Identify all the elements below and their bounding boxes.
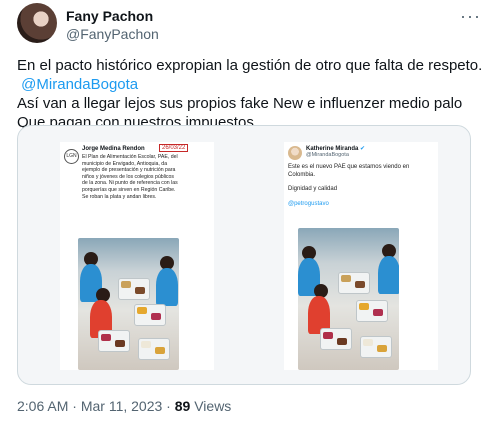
right-card-text: Este es el nuevo PAE que estamos viendo … bbox=[288, 164, 436, 208]
author-name[interactable]: Fany Pachon bbox=[66, 8, 153, 24]
lgn-logo: LGN bbox=[64, 149, 79, 164]
left-card-line: El Plan de Alimentación Escolar, PAE, de… bbox=[82, 154, 178, 160]
author-handle[interactable]: @FanyPachon bbox=[66, 26, 159, 42]
views-label: Views bbox=[194, 398, 232, 414]
school-lunch-photo bbox=[298, 228, 399, 370]
tweet-media[interactable]: LGN Jorge Medina Rendon 26/03/22 El Plan… bbox=[17, 125, 471, 385]
more-options-icon[interactable]: ··· bbox=[460, 6, 481, 27]
screenshot-left: LGN Jorge Medina Rendon 26/03/22 El Plan… bbox=[60, 142, 214, 370]
mention-link[interactable]: @MirandaBogota bbox=[21, 76, 138, 93]
author-avatar[interactable] bbox=[17, 3, 57, 43]
verified-badge-icon: ✔ bbox=[360, 146, 366, 152]
school-lunch-photo bbox=[78, 238, 179, 370]
tweet-time[interactable]: 2:06 AM bbox=[17, 398, 68, 414]
left-card-line: de la zona. Ni punto de referencia con l… bbox=[82, 180, 178, 187]
screenshot-right: Katherine Miranda ✔ @MirandaBogota Este … bbox=[284, 142, 438, 370]
left-card-line: municipio de Envigado, Antioquia, da bbox=[82, 160, 168, 167]
right-card-handle: @MirandaBogota bbox=[306, 152, 349, 158]
left-card-line: Se roban la plata y andan libres. bbox=[82, 193, 157, 200]
katherine-avatar bbox=[288, 146, 302, 160]
tweet-meta: 2:06 AM · Mar 11, 2023 · 89 Views bbox=[17, 398, 232, 414]
left-card-date: 26/03/22 bbox=[159, 144, 189, 152]
right-card-line: Colombia. bbox=[288, 171, 316, 178]
left-card-line: niños y jóvenes de los colegios públicos bbox=[82, 173, 174, 180]
views-count: 89 bbox=[174, 398, 191, 414]
right-card-tag: @petrogustavo bbox=[288, 200, 329, 207]
tweet-text: En el pacto histórico expropian la gesti… bbox=[17, 56, 487, 132]
left-card-text: El Plan de Alimentación Escolar, PAE, de… bbox=[82, 154, 212, 200]
left-card-author: Jorge Medina Rendon bbox=[82, 146, 145, 152]
tweet-date[interactable]: Mar 11, 2023 bbox=[81, 398, 162, 414]
tweet-text-line: En el pacto histórico expropian la gesti… bbox=[17, 57, 483, 74]
right-card-line: Dignidad y calidad bbox=[288, 186, 338, 192]
right-card-author: Katherine Miranda ✔ bbox=[306, 146, 366, 152]
left-card-line: porquerías que sirven en Región Caribe. bbox=[82, 186, 176, 193]
right-card-line: Este es el nuevo PAE que estamos viendo … bbox=[288, 164, 410, 170]
tweet-text-line: Así van a llegar lejos sus propios fake … bbox=[17, 95, 463, 112]
tweet: Fany Pachon @FanyPachon ··· En el pacto … bbox=[0, 0, 501, 425]
left-card-line: ejemplo de presentación y nutrición para bbox=[82, 167, 176, 174]
